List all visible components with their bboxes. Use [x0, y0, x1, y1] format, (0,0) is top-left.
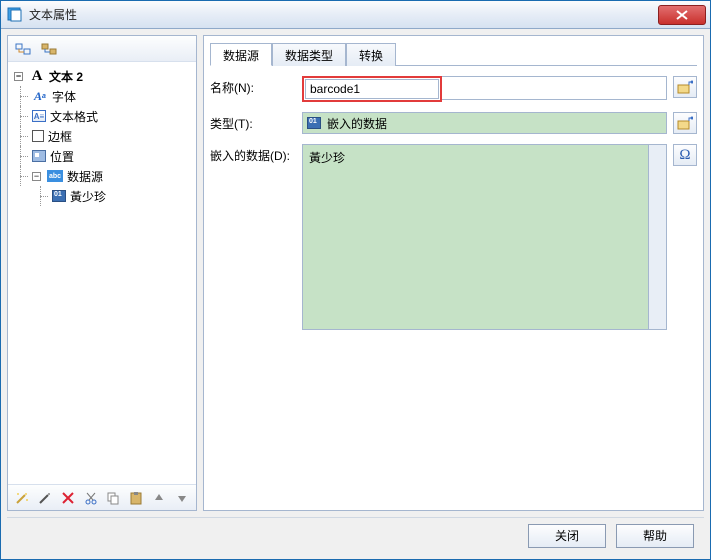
tab-datatype[interactable]: 数据类型 [272, 43, 346, 66]
window-title: 文本属性 [29, 6, 658, 23]
tab-label: 数据源 [223, 49, 259, 63]
tree-item-datasource[interactable]: − abc 数据源 [10, 166, 194, 186]
type-picker-button[interactable] [673, 112, 697, 134]
scroll-down-button[interactable]: ▼ [649, 312, 666, 329]
row-embed: 嵌入的数据(D): ▲ ▼ Ω [210, 144, 697, 330]
footer: 关闭 帮助 [7, 517, 704, 553]
embed-label: 嵌入的数据(D): [210, 144, 294, 164]
embedded-data-icon [52, 190, 66, 202]
tabs: 数据源 数据类型 转换 [210, 42, 697, 66]
paste-button[interactable] [126, 487, 147, 509]
titlebar: 文本属性 [1, 1, 710, 29]
app-icon [7, 7, 23, 23]
delete-button[interactable] [58, 487, 79, 509]
left-toolbar [8, 36, 196, 62]
embed-textarea[interactable] [309, 149, 640, 325]
omega-icon: Ω [679, 147, 690, 164]
move-down-button[interactable] [171, 487, 192, 509]
name-label: 名称(N): [210, 76, 294, 96]
name-input-extension[interactable] [442, 76, 667, 100]
window: 文本属性 − A 文本 [0, 0, 711, 560]
left-bottom-toolbar [8, 484, 196, 510]
text-a-icon: A [29, 68, 45, 84]
name-highlight [302, 76, 442, 102]
tree-item-format[interactable]: A≡ 文本格式 [10, 106, 194, 126]
tree-item-font[interactable]: Aa 字体 [10, 86, 194, 106]
type-value: 嵌入的数据 [327, 115, 387, 132]
name-picker-button[interactable] [673, 76, 697, 98]
tab-label: 转换 [359, 49, 383, 63]
row-name: 名称(N): [210, 76, 697, 102]
tree-root-label: 文本 2 [49, 68, 83, 85]
collapse-icon[interactable]: − [32, 172, 41, 181]
embedded-data-icon [307, 117, 321, 129]
tree-root[interactable]: − A 文本 2 [10, 66, 194, 86]
format-icon: A≡ [32, 110, 46, 122]
tree-item-position[interactable]: 位置 [10, 146, 194, 166]
tab-label: 数据类型 [285, 49, 333, 63]
tree-item-label: 位置 [50, 148, 74, 165]
move-up-button[interactable] [149, 487, 170, 509]
tab-transform[interactable]: 转换 [346, 43, 396, 66]
tree-item-label: 黃少珍 [70, 188, 106, 205]
name-input[interactable] [305, 79, 439, 99]
copy-button[interactable] [103, 487, 124, 509]
tree: − A 文本 2 Aa 字体 A≡ 文本格式 边框 [8, 62, 196, 484]
content: − A 文本 2 Aa 字体 A≡ 文本格式 边框 [1, 29, 710, 559]
help-button[interactable]: 帮助 [616, 524, 694, 548]
main-row: − A 文本 2 Aa 字体 A≡ 文本格式 边框 [7, 35, 704, 511]
wand-button[interactable] [12, 487, 33, 509]
wizard-button[interactable] [35, 487, 56, 509]
omega-button[interactable]: Ω [673, 144, 697, 166]
close-window-button[interactable] [658, 5, 706, 25]
map-toggle-button[interactable] [12, 38, 34, 60]
tab-datasource[interactable]: 数据源 [210, 43, 272, 66]
datasource-icon: abc [47, 170, 63, 182]
font-icon: Aa [32, 88, 48, 104]
border-icon [32, 130, 44, 142]
tree-item-label: 文本格式 [50, 108, 98, 125]
left-panel: − A 文本 2 Aa 字体 A≡ 文本格式 边框 [7, 35, 197, 511]
map-copy-button[interactable] [38, 38, 60, 60]
tree-item-label: 边框 [48, 128, 72, 145]
cut-button[interactable] [80, 487, 101, 509]
tree-item-label: 字体 [52, 88, 76, 105]
row-type: 类型(T): 嵌入的数据 [210, 112, 697, 134]
type-label: 类型(T): [210, 112, 294, 132]
position-icon [32, 150, 46, 162]
scroll-up-button[interactable]: ▲ [649, 145, 666, 162]
close-button[interactable]: 关闭 [528, 524, 606, 548]
tree-item-data-child[interactable]: 黃少珍 [10, 186, 194, 206]
collapse-icon[interactable]: − [14, 72, 23, 81]
tree-item-border[interactable]: 边框 [10, 126, 194, 146]
type-field[interactable]: 嵌入的数据 [302, 112, 667, 134]
tree-item-label: 数据源 [67, 168, 103, 185]
embed-textarea-wrap: ▲ ▼ [302, 144, 667, 330]
right-panel: 数据源 数据类型 转换 名称(N): [203, 35, 704, 511]
